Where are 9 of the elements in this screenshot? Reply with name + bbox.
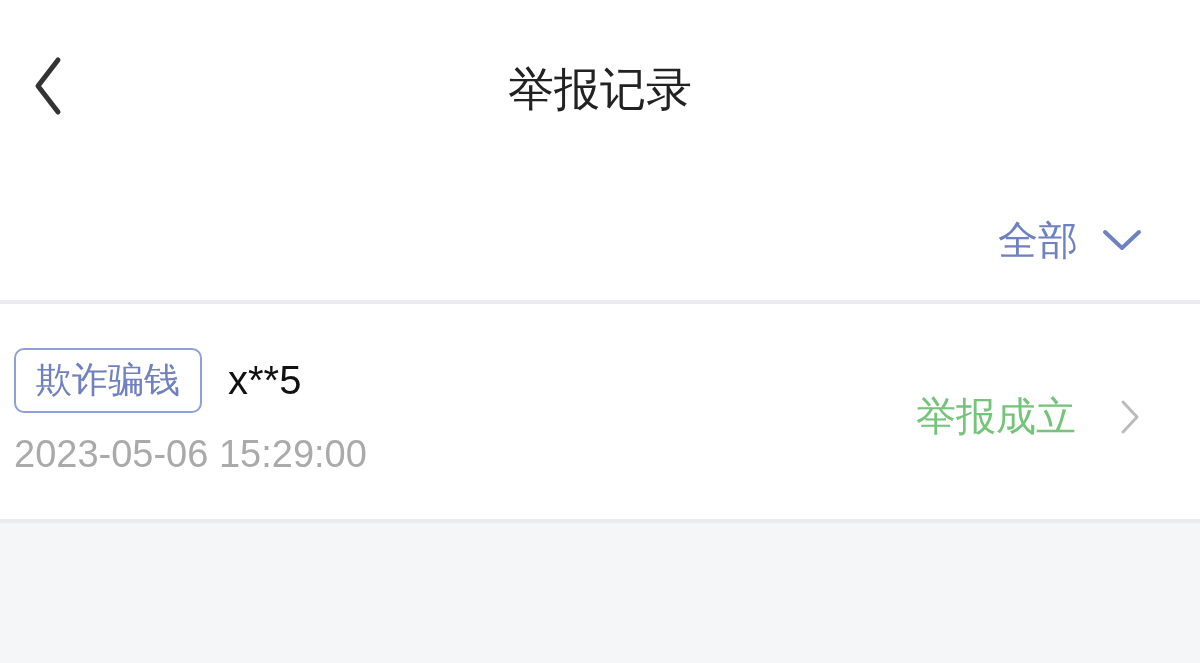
- chevron-right-icon: [1120, 398, 1140, 435]
- chevron-down-icon: [1102, 228, 1142, 252]
- report-time: 2023-05-06 15:29:00: [14, 432, 368, 476]
- page-title: 举报记录: [508, 61, 692, 118]
- report-record[interactable]: 欺诈骗钱 x**5 2023-05-06 15:29:00 举报成立: [0, 304, 1200, 519]
- reported-account: x**5: [228, 357, 302, 403]
- category-tag: 欺诈骗钱: [14, 347, 202, 413]
- report-status: 举报成立: [916, 392, 1076, 441]
- filter-dropdown[interactable]: 全部: [998, 212, 1142, 268]
